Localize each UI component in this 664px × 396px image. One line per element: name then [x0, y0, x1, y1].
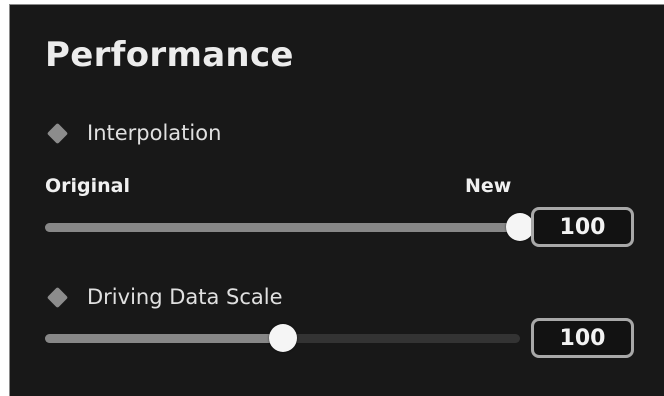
- slider-thumb[interactable]: [268, 324, 297, 352]
- performance-panel: Performance Interpolation Original New 1…: [9, 4, 664, 396]
- slider-fill: [45, 223, 520, 232]
- interpolation-min-label: Original: [45, 175, 131, 197]
- interpolation-value-field[interactable]: 100: [531, 207, 634, 247]
- driving-data-scale-section-label: Driving Data Scale: [45, 285, 283, 309]
- interpolation-max-label: New: [465, 175, 512, 197]
- driving-data-scale-slider[interactable]: [45, 323, 520, 353]
- diamond-icon[interactable]: [46, 122, 69, 144]
- driving-data-scale-value-field[interactable]: 100: [531, 318, 634, 358]
- interpolation-label: Interpolation: [87, 121, 222, 145]
- panel-title: Performance: [45, 35, 294, 75]
- slider-thumb[interactable]: [506, 213, 534, 241]
- interpolation-section-label: Interpolation: [45, 121, 221, 145]
- driving-data-scale-label: Driving Data Scale: [87, 285, 283, 309]
- interpolation-slider[interactable]: [45, 212, 534, 242]
- slider-fill: [45, 334, 283, 343]
- diamond-icon[interactable]: [46, 286, 69, 308]
